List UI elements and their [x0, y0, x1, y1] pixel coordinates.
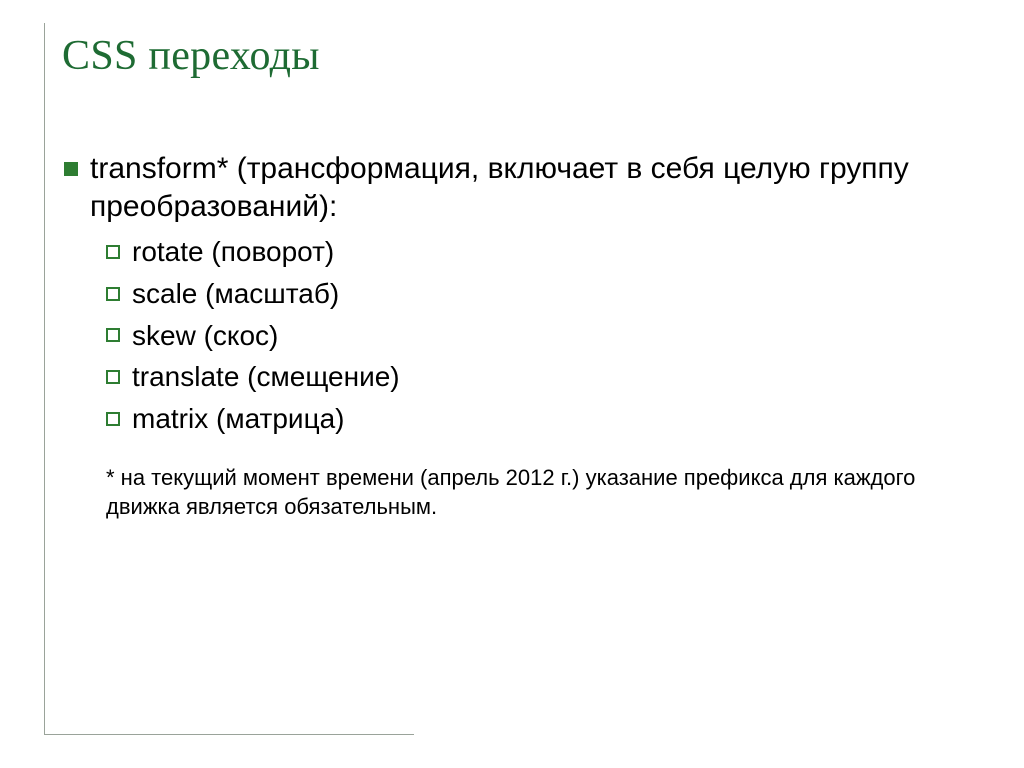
- hollow-square-bullet-icon: [106, 328, 120, 342]
- list-item-text: matrix (матрица): [132, 400, 345, 438]
- list-item: skew (скос): [106, 317, 968, 355]
- square-bullet-icon: [64, 162, 78, 176]
- slide: CSS переходы transform* (трансформация, …: [0, 0, 1024, 768]
- list-item: scale (масштаб): [106, 275, 968, 313]
- list-item-text: transform* (трансформация, включает в се…: [90, 150, 968, 225]
- list-item-text: scale (масштаб): [132, 275, 339, 313]
- hollow-square-bullet-icon: [106, 412, 120, 426]
- list-item-text: rotate (поворот): [132, 233, 334, 271]
- list-item-text: translate (смещение): [132, 358, 400, 396]
- sub-list: rotate (поворот) scale (масштаб) skew (с…: [106, 233, 968, 438]
- list-item: translate (смещение): [106, 358, 968, 396]
- list-item: matrix (матрица): [106, 400, 968, 438]
- hollow-square-bullet-icon: [106, 245, 120, 259]
- list-item: transform* (трансформация, включает в се…: [60, 150, 968, 225]
- hollow-square-bullet-icon: [106, 287, 120, 301]
- hollow-square-bullet-icon: [106, 370, 120, 384]
- content-block: transform* (трансформация, включает в се…: [60, 150, 968, 521]
- footnote-text: * на текущий момент времени (апрель 2012…: [106, 464, 948, 521]
- list-item: rotate (поворот): [106, 233, 968, 271]
- list-item-text: skew (скос): [132, 317, 278, 355]
- page-title: CSS переходы: [62, 32, 968, 80]
